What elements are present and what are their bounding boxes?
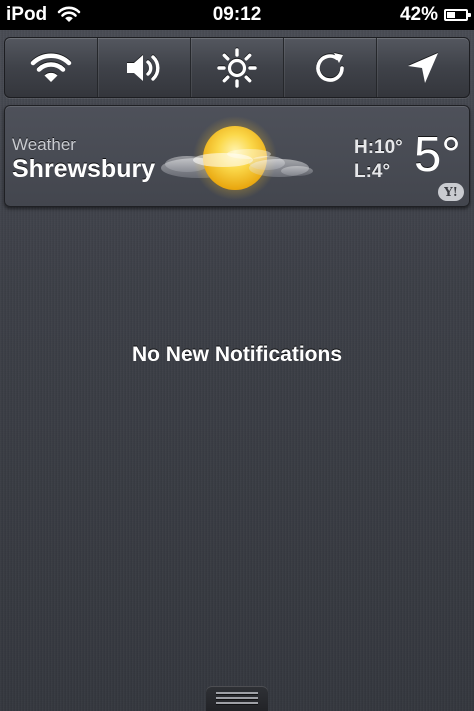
sun-behind-clouds-icon: [161, 116, 313, 200]
weather-low: L:4°: [354, 161, 391, 182]
grip-line: [216, 697, 258, 699]
brightness-toggle[interactable]: [191, 38, 284, 97]
grip-line: [216, 702, 258, 704]
weather-label: Weather: [12, 135, 76, 154]
weather-widget[interactable]: Weather Shrewsbury H:10° L:4° 5° Y!: [4, 105, 470, 207]
battery-icon: [444, 9, 471, 21]
wifi-toggle[interactable]: [5, 38, 98, 97]
status-bar: iPod 09:12 42%: [0, 0, 474, 30]
weather-high: H:10°: [354, 137, 403, 158]
weather-temperature: 5°: [414, 128, 461, 182]
sun-icon: [217, 47, 257, 88]
rotation-lock-icon: [316, 52, 344, 82]
quick-toggle-bar: [4, 37, 470, 98]
notification-center-handle[interactable]: [206, 686, 268, 711]
battery-nub: [468, 13, 471, 17]
status-right: 42%: [399, 4, 471, 26]
sound-toggle[interactable]: [98, 38, 191, 97]
wifi-icon: [30, 53, 72, 82]
no-notifications-message: No New Notifications: [131, 343, 342, 366]
location-arrow-icon: [408, 52, 438, 83]
location-toggle[interactable]: [377, 38, 469, 97]
weather-high-low: H:10° L:4°: [354, 136, 403, 184]
yahoo-logo[interactable]: Y!: [438, 183, 464, 201]
battery-fill: [447, 12, 455, 18]
weather-city: Shrewsbury: [12, 155, 156, 183]
grip-line: [216, 692, 258, 694]
rotation-toggle[interactable]: [284, 38, 377, 97]
speaker-icon: [127, 54, 160, 81]
battery-percent: 42%: [399, 4, 438, 25]
